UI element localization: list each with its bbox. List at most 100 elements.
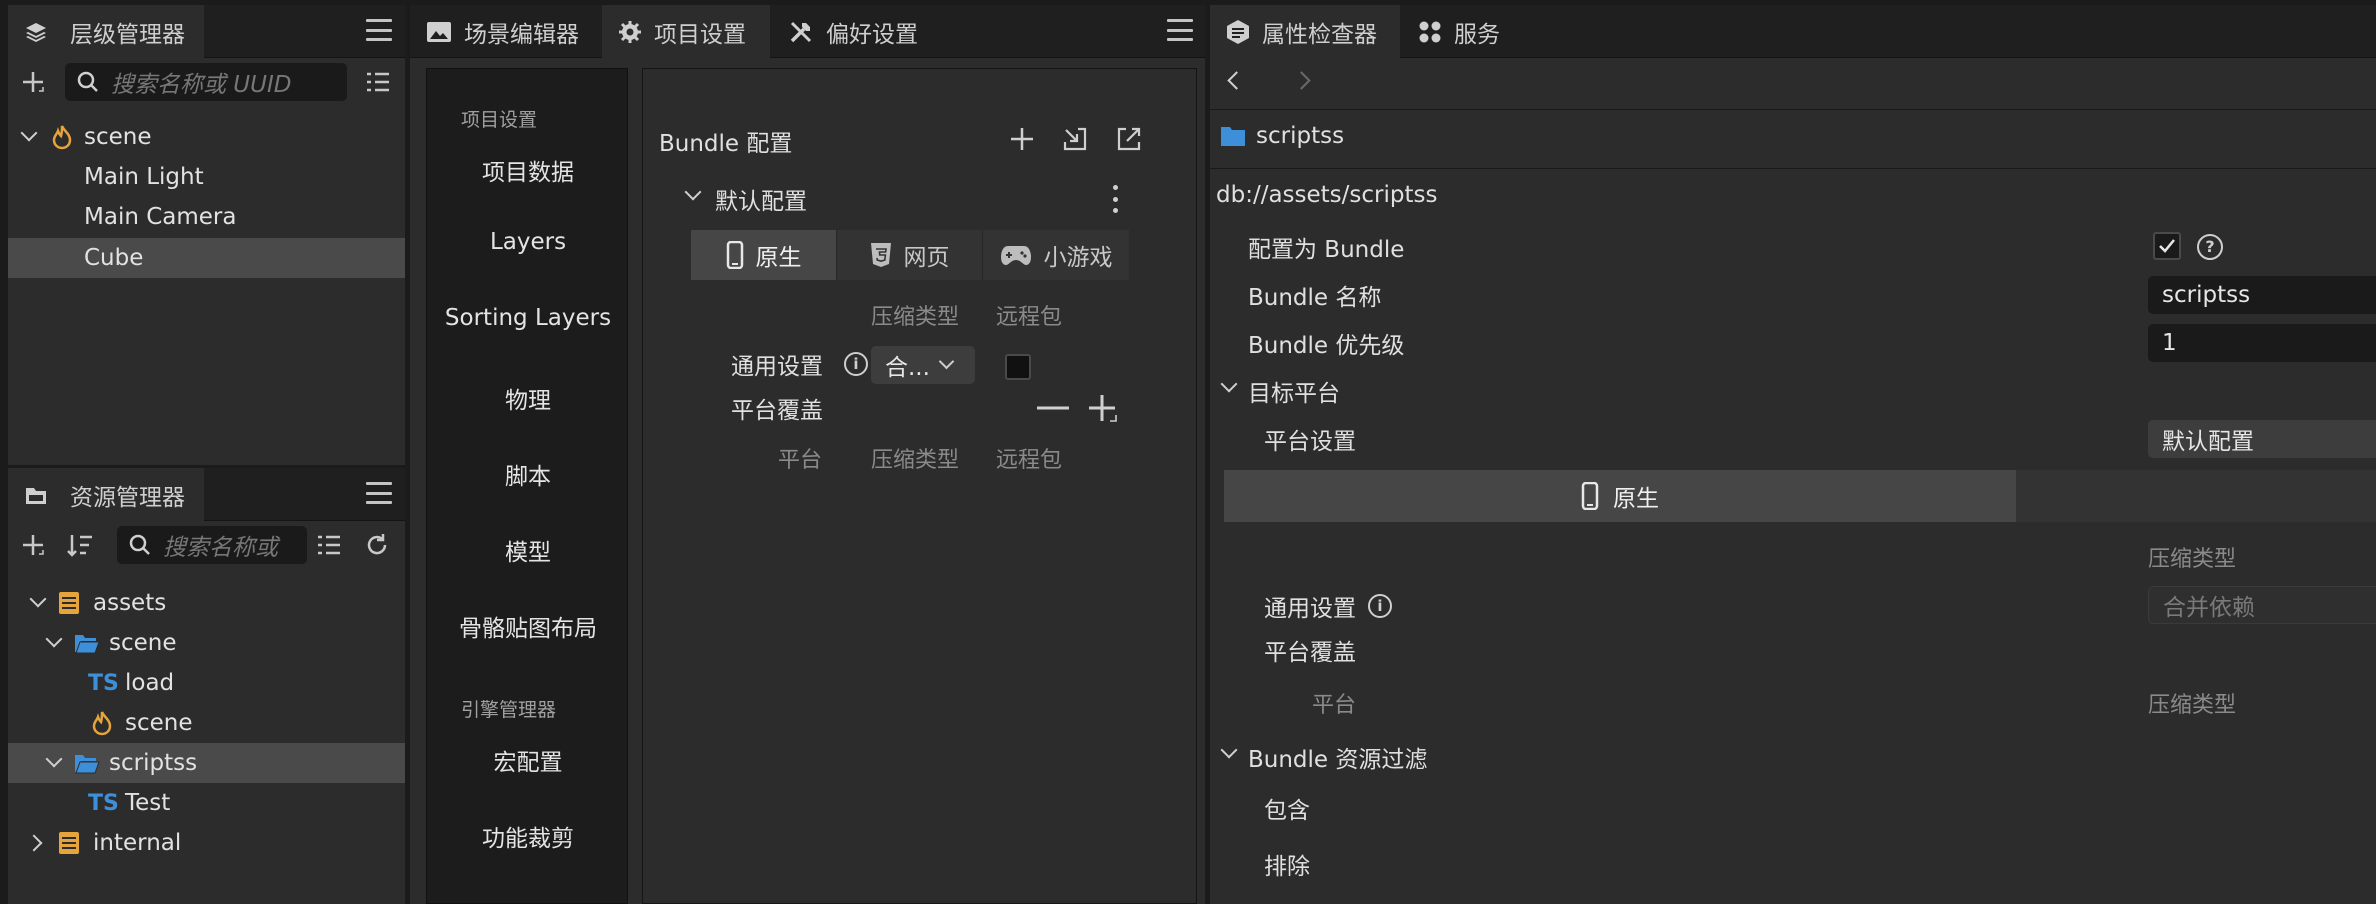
services-icon — [1418, 20, 1454, 44]
exclude-label: 排除 — [1264, 854, 1310, 880]
tree-row-selected[interactable]: scriptss — [8, 743, 405, 783]
platform-tab-web[interactable]: 网页 — [837, 230, 983, 280]
sort-icon[interactable] — [65, 530, 95, 560]
import-icon[interactable] — [1059, 123, 1091, 155]
chevron-down-icon[interactable] — [45, 750, 63, 768]
gear-icon — [618, 20, 654, 44]
tab-project-settings[interactable]: 项目设置 — [602, 5, 770, 58]
nav-item-layers[interactable]: Layers — [427, 229, 629, 255]
add-override-icon[interactable] — [1086, 391, 1120, 425]
tree-row[interactable]: TS Test — [8, 783, 405, 823]
remove-icon[interactable] — [1036, 393, 1070, 423]
forward-icon[interactable] — [1292, 71, 1311, 90]
chevron-down-icon[interactable] — [684, 183, 702, 201]
info-icon[interactable]: i — [844, 352, 868, 376]
add-node-icon[interactable] — [18, 67, 48, 97]
nav-item-model[interactable]: 模型 — [427, 533, 629, 567]
assets-tabbar: 资源管理器 — [8, 468, 405, 521]
tab-inspector[interactable]: 属性检查器 — [1210, 5, 1400, 58]
platform-tab-label: 原生 — [1613, 486, 1659, 512]
nav-item-scripts[interactable]: 脚本 — [427, 457, 629, 491]
platform-tab-minigame[interactable]: 小游戏 — [983, 230, 1129, 280]
info-icon[interactable]: i — [1368, 594, 1392, 618]
tab-services-label: 服务 — [1454, 21, 1500, 48]
platform-tab-label: 小游戏 — [1043, 245, 1113, 271]
tab-assets-label: 资源管理器 — [70, 484, 185, 511]
export-icon[interactable] — [1113, 123, 1145, 155]
platform-tab-native[interactable]: 原生 — [691, 230, 837, 280]
scene-fire-icon — [91, 710, 113, 742]
refresh-icon[interactable] — [362, 530, 392, 560]
tree-row[interactable]: assets — [8, 583, 405, 623]
platform-tab-native[interactable]: 原生 — [1224, 470, 2016, 522]
hierarchy-panel: 层级管理器 搜索名称或 UUID scene Main Light Main C… — [8, 5, 405, 465]
tab-scene-editor[interactable]: 场景编辑器 — [410, 5, 600, 58]
tree-row-label: Main Camera — [84, 204, 237, 230]
tree-row[interactable]: internal — [8, 823, 405, 863]
add-asset-icon[interactable] — [18, 530, 48, 560]
is-bundle-checkbox[interactable] — [2153, 232, 2181, 260]
nav-item-project-data[interactable]: 项目数据 — [427, 153, 629, 187]
tab-services[interactable]: 服务 — [1402, 5, 1532, 58]
chevron-down-icon — [938, 353, 955, 370]
folder-open-icon — [74, 632, 100, 660]
nav-group-title: 项目设置 — [461, 109, 538, 131]
compress-type-select[interactable]: 合并依赖 — [2148, 586, 2376, 624]
column-header-compress: 压缩类型 — [2148, 547, 2237, 572]
folder-open-icon — [74, 752, 100, 780]
platform-settings-select[interactable]: 默认配置 — [2148, 420, 2376, 458]
chevron-down-icon[interactable] — [1220, 741, 1238, 759]
nav-item-skeleton-atlas[interactable]: 骨骼贴图布局 — [427, 609, 629, 643]
sort-list-icon[interactable] — [363, 68, 393, 96]
more-vertical-icon[interactable] — [1111, 185, 1119, 213]
search-icon — [75, 69, 101, 95]
chevron-down-icon[interactable] — [20, 124, 38, 142]
tab-assets[interactable]: 资源管理器 — [8, 468, 204, 521]
chevron-right-icon[interactable] — [25, 834, 43, 852]
filter-list-icon[interactable] — [314, 531, 344, 559]
nav-item-macro[interactable]: 宏配置 — [427, 743, 629, 777]
nav-item-feature-cropping[interactable]: 功能裁剪 — [427, 819, 629, 853]
tab-preferences[interactable]: 偏好设置 — [772, 5, 962, 58]
nav-group-title: 引擎管理器 — [461, 699, 557, 721]
tree-row-label: internal — [93, 830, 182, 856]
remote-bundle-checkbox[interactable] — [1005, 354, 1031, 380]
project-settings-panel: 场景编辑器 项目设置 偏好设置 项目设置 项目数据 Layers Sorting… — [410, 5, 1205, 904]
tree-row[interactable]: Main Light — [8, 157, 405, 197]
tree-row[interactable]: scene — [8, 703, 405, 743]
bundle-name-label: Bundle 名称 — [1248, 285, 1382, 311]
tab-hierarchy[interactable]: 层级管理器 — [8, 5, 204, 58]
tree-row-label: Cube — [84, 245, 144, 271]
tree-row[interactable]: scene — [8, 623, 405, 663]
tab-inspector-label: 属性检查器 — [1262, 21, 1377, 48]
tree-row-selected[interactable]: Cube — [8, 238, 405, 278]
chevron-down-icon[interactable] — [45, 630, 63, 648]
assets-search-input[interactable]: 搜索名称或 — [117, 526, 307, 564]
general-settings-label: 通用设置 — [1264, 596, 1356, 622]
hierarchy-search-input[interactable]: 搜索名称或 UUID — [65, 63, 347, 101]
hierarchy-menu-icon[interactable] — [366, 19, 392, 41]
hierarchy-search-placeholder: 搜索名称或 UUID — [111, 72, 292, 98]
compress-type-select[interactable]: 合... — [871, 346, 975, 384]
assets-menu-icon[interactable] — [366, 482, 392, 504]
tree-row[interactable]: Main Camera — [8, 197, 405, 237]
nav-item-physics[interactable]: 物理 — [427, 381, 629, 415]
platform-tab-label: 原生 — [755, 245, 802, 271]
database-icon — [58, 591, 80, 621]
help-icon[interactable]: ? — [2197, 234, 2223, 260]
tree-row-label: scene — [125, 710, 193, 736]
back-icon[interactable] — [1227, 71, 1246, 90]
nav-item-sorting-layers[interactable]: Sorting Layers — [427, 305, 629, 331]
tree-row[interactable]: TS load — [8, 663, 405, 703]
bundle-priority-input[interactable]: 1 — [2148, 324, 2376, 362]
bundle-name-input[interactable]: scriptss — [2148, 276, 2376, 314]
chevron-down-icon[interactable] — [29, 590, 47, 608]
chevron-down-icon[interactable] — [1220, 375, 1238, 393]
scene-editor-icon — [426, 21, 464, 43]
inspector-platform-tabs: 原生 — [1224, 470, 2376, 522]
center-menu-icon[interactable] — [1167, 19, 1193, 41]
tree-row[interactable]: scene — [8, 117, 405, 157]
scene-fire-icon — [51, 124, 73, 156]
tab-preferences-label: 偏好设置 — [826, 21, 918, 48]
add-icon[interactable] — [1006, 123, 1038, 155]
